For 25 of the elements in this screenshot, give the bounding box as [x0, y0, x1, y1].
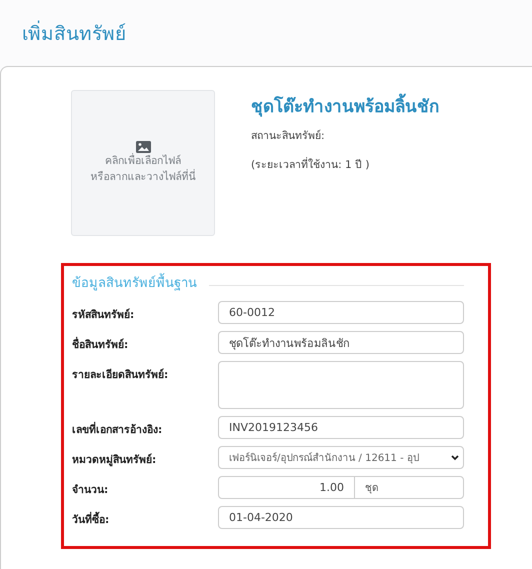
asset-name: ชุดโต๊ะทำงานพร้อมลิ้นชัก: [251, 92, 439, 119]
text-field[interactable]: 60-0012: [218, 301, 464, 324]
image-upload-area[interactable]: คลิกเพื่อเลือกไฟล์ หรือลากและวางไฟล์ที่นี่: [71, 90, 215, 236]
text-field[interactable]: 01-04-2020: [218, 506, 464, 529]
category-dropdown[interactable]: เฟอร์นิเจอร์/อุปกรณ์สำนักงาน / 12611 - อุป: [218, 446, 464, 469]
field-label: รหัสสินทรัพย์:: [72, 308, 136, 323]
image-icon: [136, 141, 150, 153]
status-label: สถานะสินทรัพย์:: [251, 128, 326, 144]
text-area[interactable]: [218, 361, 464, 409]
section-title: ข้อมูลสินทรัพย์พื้นฐาน: [72, 272, 197, 293]
upload-hint: คลิกเพื่อเลือกไฟล์: [105, 153, 181, 169]
field-label: วันที่ซื้อ:: [72, 506, 218, 528]
quantity-field[interactable]: 1.00: [219, 477, 355, 498]
page-title: เพิ่มสินทรัพย์: [22, 18, 126, 48]
field-label: จำนวน:: [72, 483, 110, 498]
text-field[interactable]: INV2019123456: [218, 416, 464, 439]
field-label: เลขที่เอกสารอ้างอิง:: [72, 416, 218, 438]
field-label: หมวดหมู่สินทรัพย์:: [72, 452, 158, 468]
chevron-icon: [451, 454, 459, 460]
unit-label: ชุด: [364, 482, 378, 496]
upload-hint: หรือลากและวางไฟล์ที่นี่: [90, 169, 196, 185]
text-field[interactable]: ชุดโต๊ะทำงานพร้อมลินชัก: [218, 331, 464, 354]
field-label: ชื่อสินทรัพย์:: [72, 331, 218, 353]
usage-period: (ระยะเวลาที่ใช้งาน: 1 ปี ): [251, 156, 370, 173]
field-label: รายละเอียดสินทรัพย์:: [72, 368, 170, 383]
